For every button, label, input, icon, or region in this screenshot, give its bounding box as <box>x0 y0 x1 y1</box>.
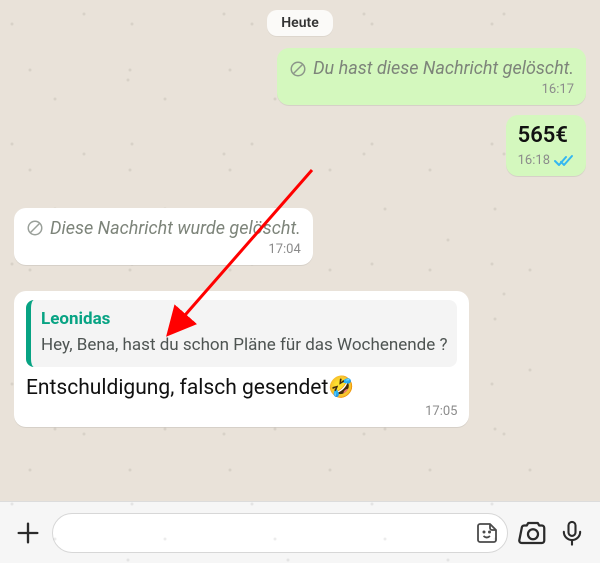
message-time: 17:04 <box>268 242 300 259</box>
deleted-text: Diese Nachricht wurde gelöscht. <box>50 217 301 240</box>
message-input-container[interactable] <box>52 513 508 553</box>
message-text: 565€ <box>518 122 574 151</box>
no-entry-icon <box>289 60 307 78</box>
message-time: 16:18 <box>518 153 550 170</box>
microphone-icon <box>558 519 586 547</box>
quote-sender: Leonidas <box>41 308 447 330</box>
message-time: 17:05 <box>425 404 457 421</box>
deleted-indicator: Diese Nachricht wurde gelöscht. <box>26 217 301 240</box>
sticker-icon <box>475 521 499 545</box>
message-in-reply[interactable]: Leonidas Hey, Bena, hast du schon Pläne … <box>14 291 469 427</box>
message-time: 16:17 <box>542 82 574 99</box>
camera-icon <box>518 518 548 548</box>
composer-bar <box>0 501 600 563</box>
chat-viewport: Heute Du hast diese Nachricht gelöscht. … <box>0 0 600 563</box>
message-meta: 16:18 <box>518 153 574 170</box>
read-ticks-icon <box>554 154 574 168</box>
message-text: Entschuldigung, falsch gesendet🤣 <box>26 375 457 402</box>
message-meta: 17:04 <box>26 242 301 259</box>
camera-button[interactable] <box>518 518 548 548</box>
deleted-text: Du hast diese Nachricht gelöscht. <box>313 57 574 80</box>
plus-icon <box>14 519 42 547</box>
message-out-deleted[interactable]: Du hast diese Nachricht gelöscht. 16:17 <box>277 48 586 105</box>
quoted-message[interactable]: Leonidas Hey, Bena, hast du schon Pläne … <box>26 300 457 367</box>
sticker-button[interactable] <box>475 521 499 545</box>
attach-button[interactable] <box>14 519 42 547</box>
message-meta: 17:05 <box>26 404 457 421</box>
message-input[interactable] <box>67 524 471 542</box>
message-in-deleted[interactable]: Diese Nachricht wurde gelöscht. 17:04 <box>14 208 313 265</box>
message-meta: 16:17 <box>289 82 574 99</box>
quote-text: Hey, Bena, hast du schon Pläne für das W… <box>41 334 447 357</box>
date-separator: Heute <box>267 10 333 36</box>
message-out-money[interactable]: 565€ 16:18 <box>506 115 586 175</box>
voice-button[interactable] <box>558 519 586 547</box>
no-entry-icon <box>26 219 44 237</box>
deleted-indicator: Du hast diese Nachricht gelöscht. <box>289 57 574 80</box>
messages-area: Heute Du hast diese Nachricht gelöscht. … <box>0 0 600 501</box>
